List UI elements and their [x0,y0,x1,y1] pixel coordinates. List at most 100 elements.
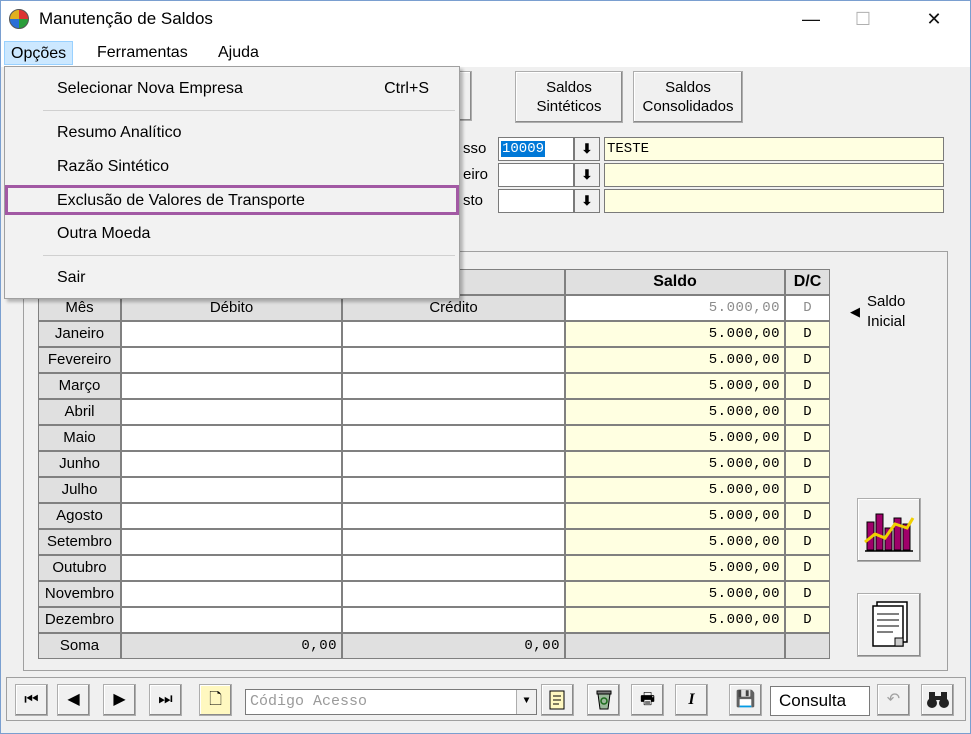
saldo-cell: 5.000,00 [565,399,785,425]
credito-cell[interactable] [342,373,565,399]
dc-cell: D [785,555,830,581]
credito-cell[interactable] [342,321,565,347]
previous-record-button[interactable]: ◀ [57,684,90,716]
soma-dc-blank [785,633,830,659]
dc-cell: D [785,347,830,373]
soma-label: Soma [38,633,121,659]
account-description-field: TESTE [604,137,944,161]
debito-cell[interactable] [121,581,342,607]
dc-cell: D [785,503,830,529]
debito-cell[interactable] [121,503,342,529]
dc-cell: D [785,477,830,503]
saldo-cell: 5.000,00 [565,321,785,347]
debito-cell[interactable] [121,451,342,477]
dc-cell: D [785,607,830,633]
save-button[interactable]: 💾 [729,684,762,716]
saldo-inicial-line2: Inicial [867,313,906,330]
dc-cell: D [785,581,830,607]
undo-button[interactable]: ↶ [877,684,910,716]
edit-record-button[interactable] [541,684,574,716]
bottom-toolbar: ⏮ ◀ ▶ ⏭ 🗋 Código Acesso ▼ 🖶 I 💾 Consulta… [6,677,966,721]
month-cell: Setembro [38,529,121,555]
row3-lookup-button[interactable]: ⬇ [574,189,600,213]
codigo-acesso-field[interactable]: 10009 [498,137,574,161]
credito-cell[interactable] [342,529,565,555]
report-button[interactable] [857,593,921,657]
soma-debito: 0,00 [121,633,342,659]
combo-dropdown-arrow[interactable]: ▼ [516,690,536,714]
debito-cell[interactable] [121,373,342,399]
saldo-inicial-label: Saldo Inicial [867,292,905,332]
debito-cell[interactable] [121,399,342,425]
credito-cell[interactable] [342,425,565,451]
menu-ajuda[interactable]: Ajuda [212,41,265,65]
debito-cell[interactable] [121,425,342,451]
find-button[interactable] [921,684,954,716]
close-button[interactable]: ✕ [911,1,957,37]
menu-razao-sintetico[interactable]: Razão Sintético [5,152,459,182]
italic-button[interactable]: I [675,684,708,716]
menu-resumo-analitico[interactable]: Resumo Analítico [5,118,459,148]
new-record-button[interactable]: 🗋 [199,684,232,716]
combo-placeholder: Código Acesso [250,693,368,710]
menu-outra-moeda[interactable]: Outra Moeda [5,219,459,249]
saldo-cell: 5.000,00 [565,477,785,503]
next-record-button[interactable]: ▶ [103,684,136,716]
credito-cell[interactable] [342,399,565,425]
credito-cell[interactable] [342,555,565,581]
month-cell: Agosto [38,503,121,529]
credito-cell[interactable] [342,503,565,529]
maximize-button[interactable]: ☐ [840,1,886,37]
recycle-bin-icon [596,690,611,710]
menu-separator [43,110,455,111]
saldos-consolidados-button[interactable]: Saldos Consolidados [633,71,743,123]
partial-button[interactable] [458,71,472,121]
last-record-button[interactable]: ⏭ [149,684,182,716]
menu-sair[interactable]: Sair [5,263,459,293]
saldos-consolidados-line2: Consolidados [642,98,734,115]
saldos-consolidados-line1: Saldos [665,79,711,96]
debito-cell[interactable] [121,529,342,555]
delete-record-button[interactable] [587,684,620,716]
binoculars-icon [926,692,949,708]
saldo-cell: 5.000,00 [565,373,785,399]
saldo-cell: 5.000,00 [565,555,785,581]
menu-ferramentas[interactable]: Ferramentas [91,41,194,65]
header-dc: D/C [785,269,830,295]
first-record-button[interactable]: ⏮ [15,684,48,716]
debito-cell[interactable] [121,321,342,347]
saldos-sinteticos-line2: Sintéticos [536,98,602,115]
minimize-button[interactable]: — [788,1,834,37]
debito-cell[interactable] [121,477,342,503]
row3-code-field[interactable] [498,189,574,213]
menu-opcoes[interactable]: Opções [4,41,74,65]
opcoes-dropdown-menu: Selecionar Nova Empresa Ctrl+S Resumo An… [4,66,460,299]
saldo-cell: 5.000,00 [565,503,785,529]
chart-button[interactable] [857,498,921,562]
credito-cell[interactable] [342,607,565,633]
menu-selecionar-nova-empresa[interactable]: Selecionar Nova Empresa Ctrl+S [5,74,459,104]
dc-cell: D [785,529,830,555]
debito-cell[interactable] [121,347,342,373]
codigo-acesso-lookup-button[interactable]: ⬇ [574,137,600,161]
credito-cell[interactable] [342,347,565,373]
codigo-acesso-combo[interactable]: Código Acesso ▼ [245,689,537,715]
menu-exclusao-valores-transporte[interactable]: Exclusão de Valores de Transporte [5,185,459,215]
menu-separator [43,255,455,256]
credito-cell[interactable] [342,451,565,477]
row2-lookup-button[interactable]: ⬇ [574,163,600,187]
debito-cell[interactable] [121,555,342,581]
dc-cell: D [785,425,830,451]
credito-cell[interactable] [342,581,565,607]
month-cell: Janeiro [38,321,121,347]
credito-cell[interactable] [342,477,565,503]
print-button[interactable]: 🖶 [631,684,664,716]
dc-cell: D [785,451,830,477]
menu-shortcut-ctrl-s: Ctrl+S [384,80,429,97]
row2-code-field[interactable] [498,163,574,187]
saldo-cell: 5.000,00 [565,347,785,373]
menu-bar: Opções Ferramentas Ajuda [1,39,970,67]
field-label-row2: eiro [463,166,489,183]
debito-cell[interactable] [121,607,342,633]
saldos-sinteticos-button[interactable]: Saldos Sintéticos [515,71,623,123]
